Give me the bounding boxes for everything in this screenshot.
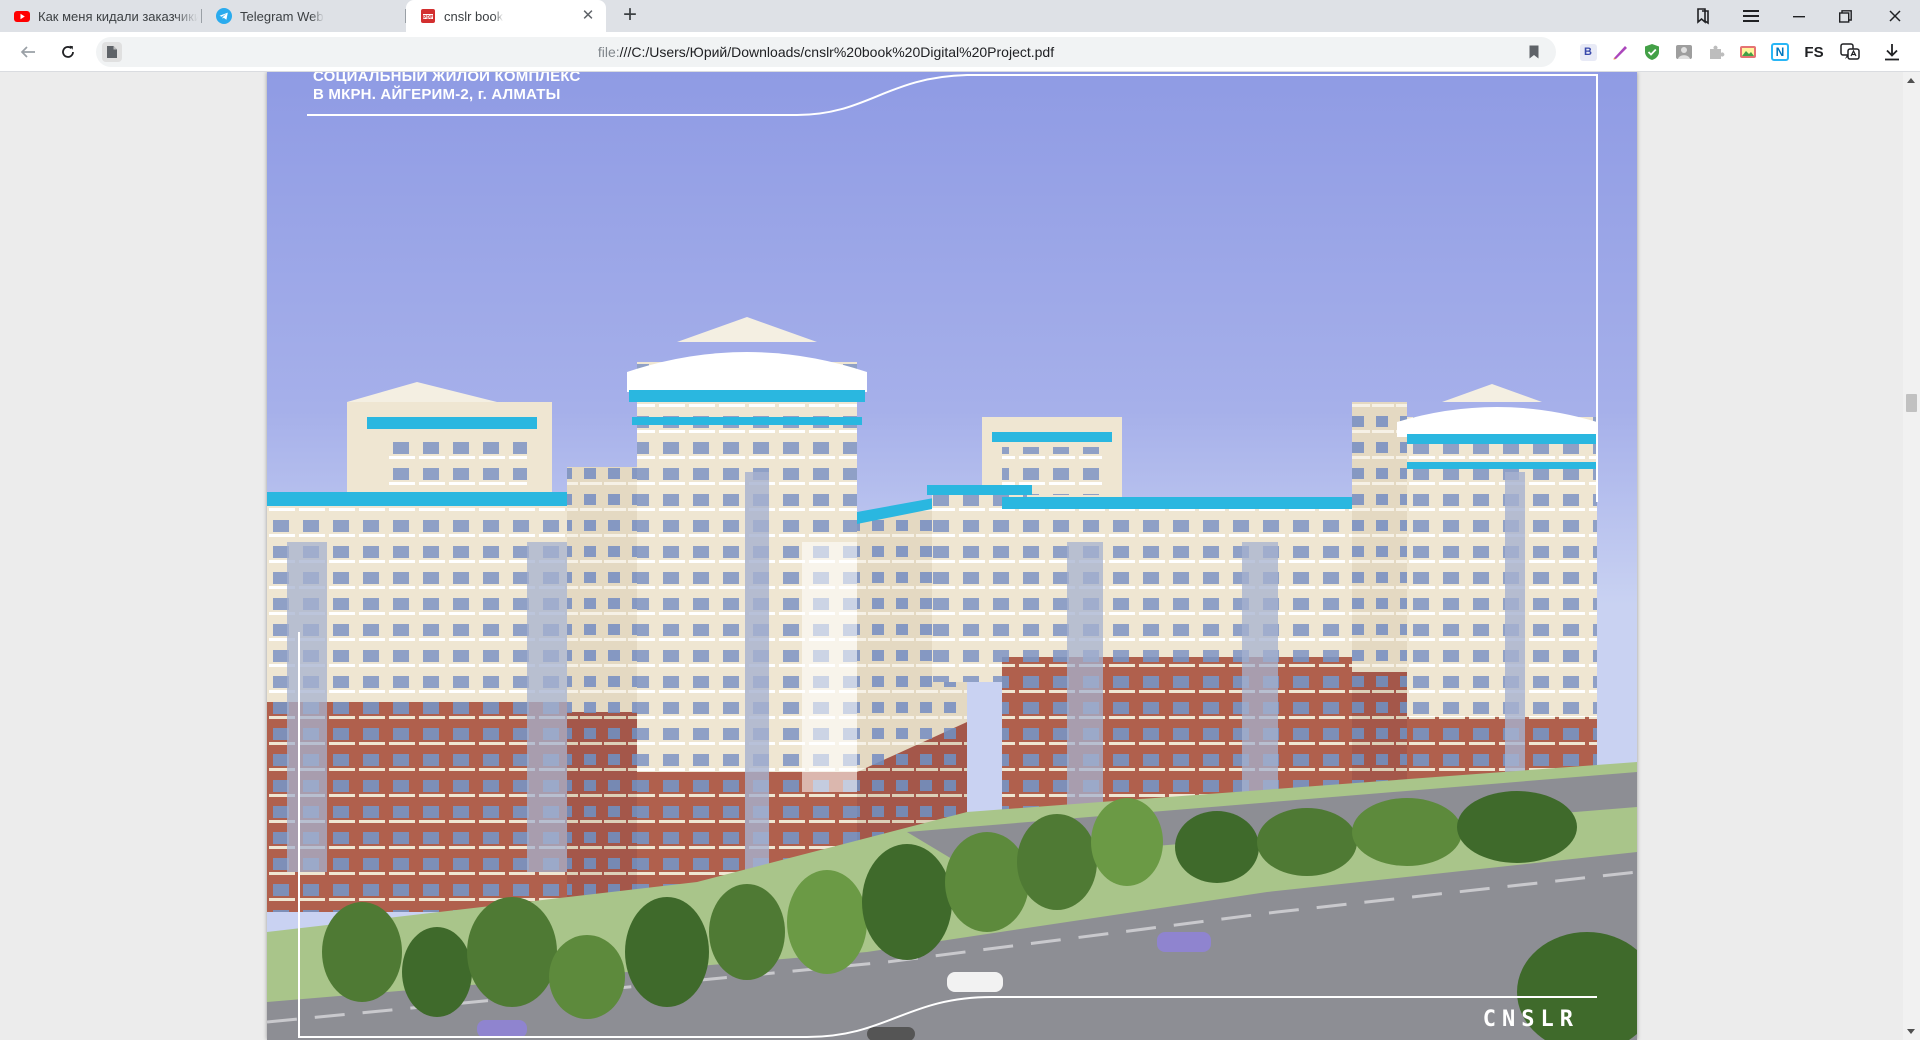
downloads-button[interactable] <box>1882 42 1902 62</box>
youtube-icon <box>14 11 30 22</box>
shield-extension-icon[interactable] <box>1642 42 1662 62</box>
svg-text:PDF: PDF <box>423 14 433 20</box>
heading-line-2: В МКРН. АЙГЕРИМ-2, г. АЛМАТЫ <box>313 86 561 103</box>
restore-button[interactable] <box>1822 0 1868 32</box>
tab-cnslr-book[interactable]: PDF cnslr book ✕ <box>406 0 606 32</box>
translate-button[interactable] <box>1840 42 1860 62</box>
vertical-scrollbar[interactable] <box>1903 72 1920 1040</box>
n-extension-icon[interactable]: N <box>1770 42 1790 62</box>
b-extension-icon[interactable]: B <box>1578 42 1598 62</box>
hamburger-icon <box>1743 10 1759 22</box>
back-arrow-icon <box>20 46 35 58</box>
url-path: ///C:/Users/Юрий/Downloads/cnslr%20book%… <box>619 44 1055 60</box>
close-tab-icon[interactable]: ✕ <box>580 8 596 24</box>
fs-extension-icon[interactable]: FS <box>1802 42 1826 62</box>
right-tower <box>1352 384 1597 832</box>
tab-youtube[interactable]: Как меня кидали заказчики <box>0 0 202 32</box>
download-icon <box>1885 44 1899 61</box>
scroll-down-arrow-icon[interactable] <box>1907 1029 1915 1034</box>
b-extension-label: B <box>1579 43 1597 61</box>
telegram-icon <box>216 8 232 24</box>
new-tab-button[interactable]: + <box>618 3 642 28</box>
pdf-viewer: СОЦИАЛЬНЫЙ ЖИЛОЙ КОМПЛЕКС В МКРН. АЙГЕРИ… <box>0 72 1920 1040</box>
restore-icon <box>1838 9 1852 23</box>
reload-button[interactable] <box>54 38 82 66</box>
menu-button[interactable] <box>1728 0 1774 32</box>
url-text[interactable]: file:///C:/Users/Юрий/Downloads/cnslr%20… <box>96 44 1556 60</box>
translate-icon <box>1840 43 1860 60</box>
n-extension-label: N <box>1771 43 1789 61</box>
cnslr-logo: CNSLR <box>1482 1007 1579 1032</box>
right-building <box>1002 497 1362 822</box>
heading-line-1: СОЦИАЛЬНЫЙ ЖИЛОЙ КОМПЛЕКС <box>313 72 581 85</box>
bookmark-icon[interactable] <box>1526 44 1542 60</box>
tab-strip: Как меня кидали заказчики Telegram Web P… <box>0 0 1920 32</box>
pen-extension-icon[interactable] <box>1610 42 1630 62</box>
bookmarks-panel-button[interactable] <box>1680 0 1726 32</box>
tab-telegram[interactable]: Telegram Web <box>202 0 406 32</box>
scroll-up-arrow-icon[interactable] <box>1907 78 1915 83</box>
document-heading: СОЦИАЛЬНЫЙ ЖИЛОЙ КОМПЛЕКС В МКРН. АЙГЕРИ… <box>313 72 581 104</box>
image-extension-icon[interactable] <box>1738 42 1758 62</box>
close-window-button[interactable] <box>1870 0 1920 32</box>
minimize-button[interactable] <box>1776 0 1822 32</box>
back-button[interactable] <box>14 38 42 66</box>
portrait-extension-icon[interactable] <box>1674 42 1694 62</box>
scroll-thumb[interactable] <box>1906 394 1917 412</box>
url-scheme: file: <box>597 44 620 60</box>
fs-extension-label: FS <box>1804 43 1824 61</box>
bookmarks-icon <box>1697 8 1709 25</box>
tab-title: Как меня кидали заказчики <box>38 8 198 24</box>
toolbar: file:///C:/Users/Юрий/Downloads/cnslr%20… <box>0 32 1920 72</box>
tab-title: cnslr book <box>444 8 504 24</box>
minimize-icon <box>1793 16 1805 18</box>
tab-title: Telegram Web <box>240 8 324 24</box>
rendering-illustration <box>267 72 1637 1040</box>
close-icon <box>1889 10 1901 22</box>
puzzle-extension-icon[interactable] <box>1706 42 1726 62</box>
pdf-page: СОЦИАЛЬНЫЙ ЖИЛОЙ КОМПЛЕКС В МКРН. АЙГЕРИ… <box>267 72 1637 1040</box>
reload-icon <box>62 45 74 58</box>
pdf-icon: PDF <box>421 9 435 23</box>
address-bar[interactable]: file:///C:/Users/Юрий/Downloads/cnslr%20… <box>96 37 1556 67</box>
